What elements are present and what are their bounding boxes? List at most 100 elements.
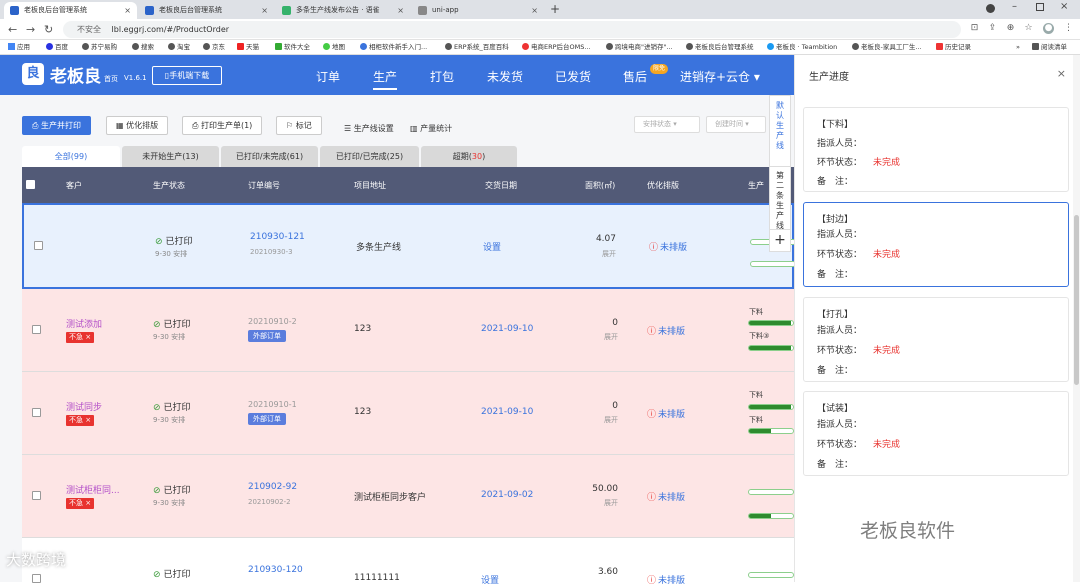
table-row[interactable]: 测试柜柜同... 不急 × ⊘ 已打印 9-30 安排 210902-92 202…: [22, 455, 794, 538]
nav-after-sales[interactable]: 售后: [623, 68, 647, 85]
close-tab-icon[interactable]: ×: [124, 2, 131, 19]
create-time-select[interactable]: 创建时间 ▾: [706, 116, 766, 133]
maximize-icon[interactable]: [1036, 3, 1044, 11]
expand-link[interactable]: 展开: [604, 332, 618, 342]
star-icon[interactable]: ☆: [1023, 23, 1034, 34]
delivery-date[interactable]: 2021-09-02: [481, 490, 533, 500]
tab-overdue[interactable]: 超期(30): [421, 146, 517, 167]
urgency-tag[interactable]: 不急 ×: [66, 332, 95, 343]
close-tab-icon[interactable]: ×: [531, 2, 538, 19]
forward-icon[interactable]: →: [26, 22, 35, 37]
output-stats-link[interactable]: ▥ 产量统计: [410, 123, 452, 134]
mobile-download-button[interactable]: ▯手机端下载: [152, 66, 222, 85]
bookmark[interactable]: 淘宝: [168, 40, 190, 54]
bookmark[interactable]: 老板良-家具工厂生...: [852, 40, 922, 54]
browser-tab[interactable]: 老板良后台管理系统 ×: [139, 2, 274, 19]
tab-printed-unfinished[interactable]: 已打印/未完成(61): [221, 146, 318, 167]
schedule-status-select[interactable]: 安排状态 ▾: [634, 116, 700, 133]
nav-not-shipped[interactable]: 未发货: [487, 68, 523, 85]
nav-packing[interactable]: 打包: [430, 68, 454, 85]
bookmark[interactable]: 苏宁易购: [82, 40, 117, 54]
table-row[interactable]: 测试同步 不急 × ⊘ 已打印 9-30 安排 20210910-1 外部订单 1…: [22, 372, 794, 455]
delivery-date-set[interactable]: 设置: [483, 240, 501, 253]
nav-production[interactable]: 生产: [373, 68, 398, 90]
order-number[interactable]: 20210910-1: [248, 400, 297, 409]
nav-orders[interactable]: 订单: [316, 68, 340, 85]
optimize-layout-button[interactable]: ▦ 优化排版: [106, 116, 169, 135]
mark-button[interactable]: ⚐ 标记: [276, 116, 322, 135]
urgency-tag[interactable]: 不急 ×: [66, 498, 95, 509]
produce-print-button[interactable]: ⎙ 生产并打印: [22, 116, 91, 135]
add-line-button[interactable]: +: [770, 229, 790, 248]
urgency-tag[interactable]: 不急 ×: [66, 415, 95, 426]
expand-link[interactable]: 展开: [602, 249, 616, 259]
delivery-date-set[interactable]: 设置: [481, 573, 499, 586]
bookmark[interactable]: 软件大全: [275, 40, 310, 54]
bookmark[interactable]: ERP系统_百度百科: [445, 40, 509, 54]
optimize-status[interactable]: ⓘ 未排版: [647, 490, 685, 503]
customer-name[interactable]: 测试添加: [66, 317, 102, 330]
bookmark[interactable]: 电商ERP后台OMS...: [522, 40, 591, 54]
bookmark[interactable]: 京东: [203, 40, 225, 54]
order-number[interactable]: 210930-120: [248, 565, 303, 575]
bookmark-apps[interactable]: 应用: [8, 40, 30, 54]
row-checkbox[interactable]: [32, 325, 41, 334]
back-icon[interactable]: ←: [8, 22, 17, 37]
close-icon[interactable]: ×: [1057, 67, 1066, 80]
browser-tab[interactable]: 老板良后台管理系统 ×: [4, 2, 137, 19]
tab-all[interactable]: 全部(99): [22, 146, 120, 167]
customer-name[interactable]: 测试同步: [66, 400, 102, 413]
table-row[interactable]: 测试添加 不急 × ⊘ 已打印 9-30 安排 20210910-2 外部订单 1…: [22, 289, 794, 372]
browser-tab[interactable]: uni-app ×: [412, 2, 544, 19]
close-tab-icon[interactable]: ×: [397, 2, 404, 19]
close-tab-icon[interactable]: ×: [261, 2, 268, 19]
new-tab-button[interactable]: +: [550, 2, 560, 16]
page-scrollbar[interactable]: [1073, 55, 1080, 582]
bookmark[interactable]: 老板良后台管理系统: [686, 40, 754, 54]
expand-link[interactable]: 展开: [604, 498, 618, 508]
order-number[interactable]: 210930-121: [250, 232, 305, 242]
table-row[interactable]: ⊘ 已打印 9-30 安排 210930-121 20210930-3 多条生产线…: [22, 203, 796, 289]
delivery-date[interactable]: 2021-09-10: [481, 324, 533, 334]
row-checkbox[interactable]: [34, 241, 43, 250]
bookmark[interactable]: 老板良 · Teambition: [767, 40, 837, 54]
delivery-date[interactable]: 2021-09-10: [481, 407, 533, 417]
minimize-icon[interactable]: –: [1012, 1, 1017, 12]
reading-list[interactable]: 阅读清单: [1032, 40, 1067, 54]
nav-shipped[interactable]: 已发货: [555, 68, 591, 85]
line-default-tab[interactable]: 默认生产线: [770, 101, 790, 151]
expand-link[interactable]: 展开: [604, 415, 618, 425]
bookmark[interactable]: 地图: [323, 40, 345, 54]
more-bookmarks-icon[interactable]: »: [1016, 40, 1020, 54]
reload-icon[interactable]: ↻: [44, 22, 53, 37]
optimize-status[interactable]: ⓘ 未排版: [647, 324, 685, 337]
line-settings-link[interactable]: ☰ 生产线设置: [344, 123, 394, 134]
row-checkbox[interactable]: [32, 491, 41, 500]
order-number[interactable]: 210902-92: [248, 482, 297, 492]
optimize-status[interactable]: ⓘ 未排版: [647, 407, 685, 420]
bookmark[interactable]: 百度: [46, 40, 68, 54]
close-window-icon[interactable]: ×: [1060, 1, 1068, 12]
bookmark[interactable]: 天猫: [237, 40, 259, 54]
table-row[interactable]: ⊘ 已打印 210930-120 11111111 设置 3.60 ⓘ 未排版: [22, 538, 794, 586]
nav-inventory[interactable]: 进销存+云仓 ▾: [680, 68, 760, 85]
customer-name[interactable]: 测试柜柜同...: [66, 483, 120, 496]
translate-icon[interactable]: ⊡: [969, 23, 980, 34]
tab-printed-finished[interactable]: 已打印/已完成(25): [320, 146, 419, 167]
menu-dots-icon[interactable]: ⋮: [1063, 23, 1074, 34]
line-second-tab[interactable]: 第二条生产线: [770, 166, 790, 231]
print-order-button[interactable]: ⎙ 打印生产单(1): [182, 116, 263, 135]
url-field[interactable]: 不安全 lbl.eggrj.com/#/ProductOrder: [63, 21, 961, 38]
zoom-icon[interactable]: ⊕: [1005, 23, 1016, 34]
bookmark[interactable]: 相柜软件新手入门...: [360, 40, 427, 54]
browser-tab[interactable]: 多条生产线发布公告 · 语雀 ×: [276, 2, 410, 19]
optimize-status[interactable]: ⓘ 未排版: [647, 573, 685, 586]
bookmark[interactable]: 跨境电商"进销存"...: [606, 40, 673, 54]
home-link[interactable]: 首页: [104, 74, 118, 84]
select-all-checkbox[interactable]: [26, 180, 35, 189]
profile-dot-icon[interactable]: [986, 4, 995, 13]
scrollbar-thumb[interactable]: [1074, 215, 1079, 385]
avatar-icon[interactable]: ●: [1043, 23, 1054, 34]
row-checkbox[interactable]: [32, 408, 41, 417]
bookmark[interactable]: 搜索: [132, 40, 154, 54]
